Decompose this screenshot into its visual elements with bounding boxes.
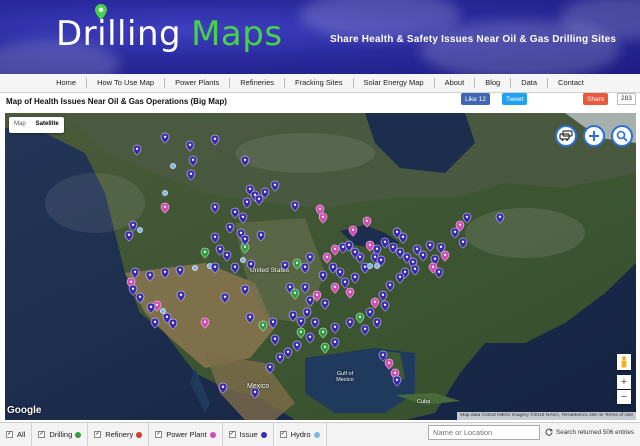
filter-drilling-label: Drilling (49, 430, 73, 439)
nav-refineries[interactable]: Refineries (230, 78, 286, 88)
tweet-label: Tweet (506, 95, 524, 103)
filter-refinery-label: Refinery (105, 430, 134, 439)
filter-bar: ✓ All ✓ Drilling ✓ Refinery ✓ Power Plant ✓ I… (0, 422, 640, 446)
filter-power-plant-checkbox[interactable]: ✓ (155, 431, 163, 438)
facebook-like-label: Like 12 (465, 95, 486, 103)
site-logo[interactable]: Drilling Maps (56, 14, 283, 54)
nav-fracking-sites[interactable]: Fracking Sites (285, 78, 354, 88)
nav-how-to-use-map[interactable]: How To Use Map (87, 78, 166, 88)
filter-power-plant-label: Power Plant (166, 430, 207, 439)
refinery-color-dot (136, 431, 143, 438)
zoom-in-button[interactable]: + (617, 375, 631, 389)
label-gulf-of-mexico: Gulf of Mexico (336, 371, 354, 383)
filter-hydro-checkbox[interactable]: ✓ (279, 431, 287, 438)
logo-word-maps: Maps (191, 14, 283, 54)
filter-refinery-checkbox[interactable]: ✓ (94, 431, 102, 438)
label-united-states: United States (250, 267, 290, 274)
nav-contact[interactable]: Contact (548, 78, 594, 88)
map-type-toggle: Map Satellite (9, 117, 64, 133)
filter-power-plant[interactable]: ✓ Power Plant (149, 422, 223, 446)
tweet-button[interactable]: Tweet (502, 93, 528, 105)
add-icon[interactable] (583, 125, 605, 147)
page: Drilling Maps Share Health & Safety Issue… (0, 0, 640, 446)
nav-home[interactable]: Home (46, 78, 88, 88)
traffic-icon[interactable] (555, 125, 577, 147)
share-button[interactable]: Share (583, 93, 609, 105)
share-label: Share (587, 95, 605, 103)
filter-all-checkbox[interactable]: ✓ (6, 431, 13, 438)
filter-issue[interactable]: ✓ Issue (223, 422, 274, 446)
filter-issue-label: Issue (239, 430, 258, 439)
page-title: Map of Health Issues Near Oil & Gas Oper… (6, 97, 227, 106)
map-view[interactable]: Map Satellite + − United States Mexico G… (5, 113, 636, 420)
filter-drilling-checkbox[interactable]: ✓ (38, 431, 46, 438)
map-type-satellite[interactable]: Satellite (31, 117, 64, 133)
hydro-color-dot (313, 431, 320, 438)
map-attribution[interactable]: Map data ©2018 INEGI Imagery ©2018 NASA,… (457, 412, 636, 420)
location-search-input[interactable] (428, 425, 540, 440)
label-mexico: Mexico (247, 383, 270, 390)
share-count: 283 (617, 93, 636, 105)
map-markers-layer (124, 132, 505, 399)
filter-drilling[interactable]: ✓ Drilling (32, 422, 89, 446)
issue-color-dot (260, 431, 267, 438)
nav-solar-energy-map[interactable]: Solar Energy Map (354, 78, 435, 88)
nav-about[interactable]: About (435, 78, 476, 88)
filter-refinery[interactable]: ✓ Refinery (88, 422, 150, 446)
street-view-pegman-icon[interactable] (617, 354, 631, 370)
google-logo: Google (7, 405, 42, 416)
nav-blog[interactable]: Blog (475, 78, 512, 88)
search-result-text: Search returned 506 entries (556, 428, 635, 436)
label-cuba: Cuba (417, 399, 431, 405)
nav-power-plants[interactable]: Power Plants (165, 78, 231, 88)
filter-all[interactable]: ✓ All (0, 422, 33, 446)
site-tagline: Share Health & Safety Issues Near Oil & … (330, 34, 617, 45)
filter-hydro[interactable]: ✓ Hydro (274, 422, 327, 446)
logo-word-drilling: Drilling (56, 14, 182, 54)
facebook-like-button[interactable]: Like 12 (461, 93, 490, 105)
filter-hydro-label: Hydro (290, 430, 311, 439)
main-nav: Home How To Use Map Power Plants Refiner… (0, 74, 640, 93)
zoom-out-button[interactable]: − (617, 390, 631, 404)
nav-data[interactable]: Data (511, 78, 549, 88)
search-result-count: Search returned 506 entries (545, 428, 634, 436)
drilling-color-dot (75, 431, 82, 438)
filter-issue-checkbox[interactable]: ✓ (228, 431, 236, 438)
map-type-map[interactable]: Map (9, 117, 31, 133)
header-banner: Drilling Maps Share Health & Safety Issue… (0, 0, 640, 74)
search-icon[interactable] (611, 125, 633, 147)
filter-all-label: All (17, 430, 26, 439)
refresh-icon[interactable] (545, 428, 553, 436)
power-plant-color-dot (209, 431, 216, 438)
